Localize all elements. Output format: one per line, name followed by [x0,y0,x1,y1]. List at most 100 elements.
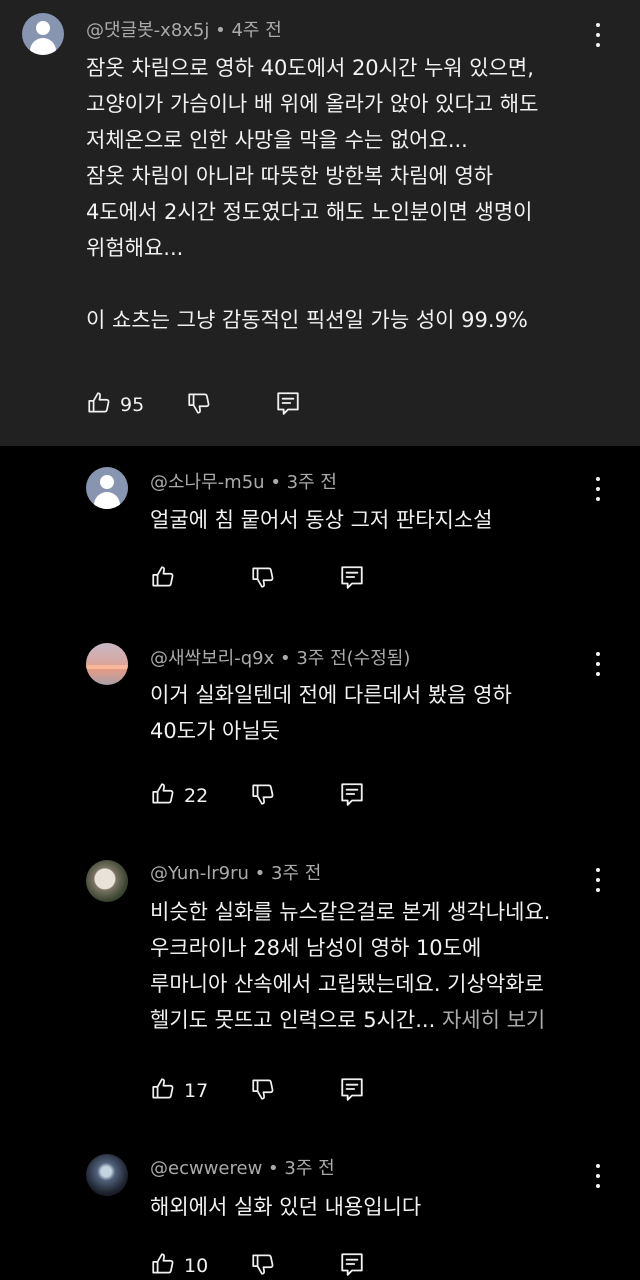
thumbs-down-icon [250,781,276,811]
avatar-body-shape [94,492,120,509]
meta-separator: • [280,648,291,669]
reply-button[interactable] [275,390,301,420]
comment-time: 3주 전 [286,472,337,493]
more-options-icon[interactable] [595,868,601,892]
dislike-button[interactable] [186,390,212,420]
avatar[interactable] [86,643,128,685]
dislike-button[interactable] [250,1076,276,1106]
comment-text: 잠옷 차림으로 영하 40도에서 20시간 누워 있으면, [86,56,534,80]
meta-separator: • [215,20,226,41]
dislike-button[interactable] [250,1251,276,1280]
reply-button[interactable] [339,781,365,811]
like-button[interactable] [150,564,176,594]
avatar[interactable] [86,860,128,902]
reply-icon [339,1251,365,1280]
comment-text: 얼굴에 침 뭍어서 동상 그저 판타지소설 [150,508,493,532]
meta-separator: • [268,1158,279,1179]
meta-separator: • [270,472,281,493]
avatar-head-shape [100,475,114,489]
more-options-icon[interactable] [595,652,601,676]
avatar-head-shape [36,21,50,35]
more-options-icon[interactable] [595,477,601,501]
kebab-dot [596,1164,600,1168]
kebab-dot [596,43,600,47]
comment-author[interactable]: @새싹보리-q9x [150,648,274,669]
comment-text-line: 우크라이나 28세 남성이 영하 10도에 [150,930,481,966]
kebab-dot [596,672,600,676]
comment-text-line: 이 쇼츠는 그냥 감동적인 픽션일 가능 성이 99.9% [86,302,528,338]
reply-icon [339,1076,365,1106]
avatar[interactable] [86,467,128,509]
comment-author[interactable]: @댓글봇-x8x5j [86,20,209,41]
comment-time: 3주 전 [271,863,322,884]
kebab-dot [596,1174,600,1178]
like-count: 95 [120,394,145,416]
more-options-icon[interactable] [595,1164,601,1188]
reply-icon [275,390,301,420]
comment-text-line: 루마니아 산속에서 고립됐는데요. 기상악화로 [150,966,544,1002]
like-button[interactable]: 95 [86,390,144,420]
kebab-dot [596,878,600,882]
comment-text-line: 헬기도 못뜨고 인력으로 5시간... 자세히 보기 [150,1002,545,1038]
like-count: 22 [184,785,209,807]
comment-text: 잠옷 차림이 아니라 따뜻한 방한복 차림에 영하 [86,164,494,188]
comment-text-line: 비슷한 실화를 뉴스같은걸로 본게 생각나네요. [150,894,550,930]
comment-author[interactable]: @ecwwerew [150,1158,262,1179]
thumbs-up-icon [150,1076,176,1106]
comment-time: 4주 전 [231,20,282,41]
comment-text-line: 4도에서 2시간 정도였다고 해도 노인분이면 생명이 [86,194,533,230]
like-count: 17 [184,1080,209,1102]
comment-text-line: 고양이가 가슴이나 배 위에 올라가 앉아 있다고 해도 [86,86,538,122]
kebab-dot [596,662,600,666]
comment-text-line: 잠옷 차림이 아니라 따뜻한 방한복 차림에 영하 [86,158,493,194]
more-options-icon[interactable] [595,23,601,47]
like-button[interactable]: 10 [150,1251,208,1280]
thumbs-up-icon [150,564,176,594]
kebab-dot [596,888,600,892]
comment-text: 40도가 아닐듯 [150,719,280,743]
comment-text: 우크라이나 28세 남성이 영하 10도에 [150,936,482,960]
reply-button[interactable] [339,1076,365,1106]
comment-author[interactable]: @소나무-m5u [150,472,265,493]
comment-text-line: 저체온으로 인한 사망을 막을 수는 없어요... [86,122,468,158]
read-more-link[interactable]: 자세히 보기 [442,1008,545,1032]
thumbs-up-icon [150,781,176,811]
comment-text: 이 쇼츠는 그냥 감동적인 픽션일 가능 성이 99.9% [86,308,528,332]
comment-text: 해외에서 실화 있던 내용입니다 [150,1195,422,1219]
dislike-button[interactable] [250,564,276,594]
kebab-dot [596,652,600,656]
dislike-button[interactable] [250,781,276,811]
comment-text: 루마니아 산속에서 고립됐는데요. 기상악화로 [150,972,544,996]
meta-separator: • [254,863,266,884]
thumbs-down-icon [250,1076,276,1106]
like-button[interactable]: 17 [150,1076,208,1106]
reply-button[interactable] [339,564,365,594]
reply-button[interactable] [339,1251,365,1280]
comment-text: 이거 실화일텐데 전에 다른데서 봤음 영하 [150,683,512,707]
comment-text: 4도에서 2시간 정도였다고 해도 노인분이면 생명이 [86,200,533,224]
kebab-dot [596,33,600,37]
kebab-dot [596,1184,600,1188]
reply-icon [339,781,365,811]
comment-time: 3주 전 [284,1158,335,1179]
comment-meta: @소나무-m5u • 3주 전 [150,471,337,495]
thumbs-down-icon [250,1251,276,1280]
thumbs-up-icon [150,1251,176,1280]
avatar[interactable] [86,1154,128,1196]
avatar[interactable] [22,13,64,55]
comment-text-line: 해외에서 실화 있던 내용입니다 [150,1189,421,1225]
thumbs-down-icon [250,564,276,594]
kebab-dot [596,477,600,481]
like-button[interactable]: 22 [150,781,208,811]
comment-text-line: 얼굴에 침 뭍어서 동상 그저 판타지소설 [150,502,493,538]
comment-meta: @Yun-lr9ru • 3주 전 [150,862,321,886]
comment-text: 비슷한 실화를 뉴스같은걸로 본게 생각나네요. [150,900,551,924]
comment-text-line: 위험해요... [86,230,183,266]
comment-text-line: 잠옷 차림으로 영하 40도에서 20시간 누워 있으면, [86,50,534,86]
comment-text-line: 이거 실화일텐데 전에 다른데서 봤음 영하 [150,677,512,713]
comment-text-line: 40도가 아닐듯 [150,713,280,749]
kebab-dot [596,487,600,491]
comment-author[interactable]: @Yun-lr9ru [150,863,249,884]
kebab-dot [596,868,600,872]
like-count: 10 [184,1255,209,1277]
